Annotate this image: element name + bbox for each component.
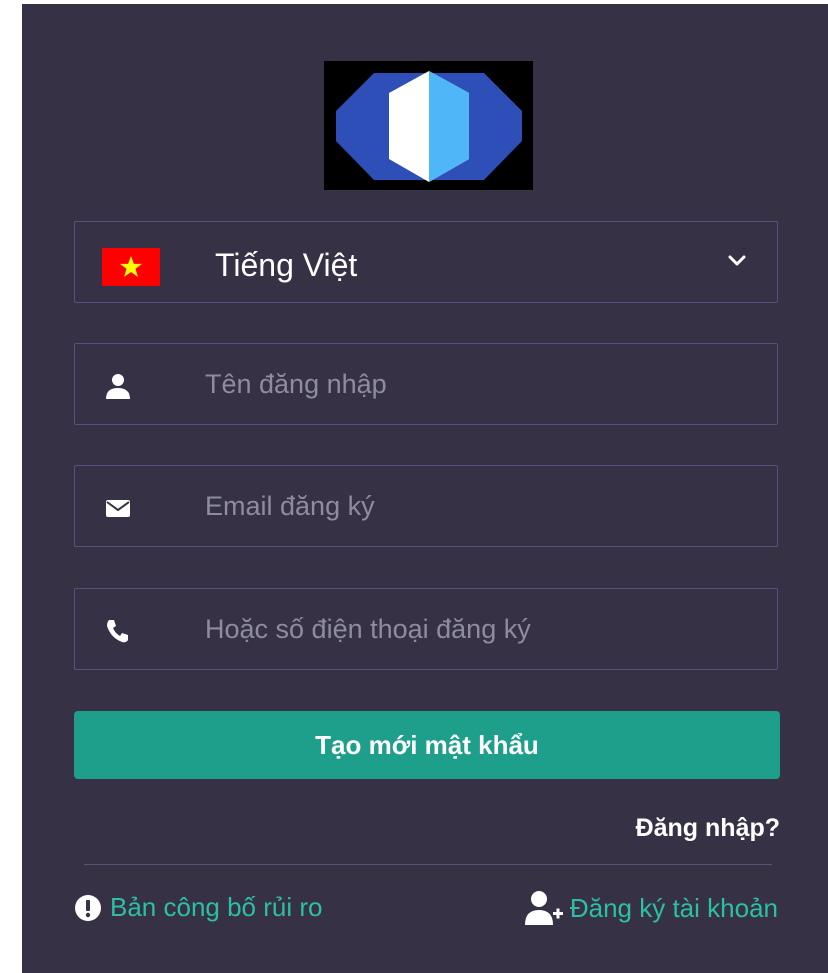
create-new-password-button[interactable]: Tạo mới mật khẩu — [74, 711, 780, 779]
phone-icon — [107, 620, 128, 643]
brand-logo — [324, 61, 533, 190]
user-icon — [106, 374, 130, 399]
exclamation-circle-icon — [75, 894, 101, 921]
vietnam-flag-icon — [102, 248, 160, 286]
reset-password-panel: Tiếng Việt Tạo mới mật khẩu Đăng nhập? — [22, 4, 828, 973]
phone-input[interactable] — [205, 607, 745, 651]
username-field-container — [74, 343, 778, 425]
register-account-label: Đăng ký tài khoản — [569, 892, 778, 923]
risk-disclosure-label: Bản công bố rủi ro — [110, 892, 323, 922]
register-account-link[interactable]: Đăng ký tài khoản — [524, 890, 778, 926]
login-link[interactable]: Đăng nhập? — [636, 814, 780, 843]
language-selector[interactable]: Tiếng Việt — [74, 221, 778, 303]
envelope-icon — [106, 500, 130, 517]
risk-disclosure-link[interactable]: Bản công bố rủi ro — [74, 892, 322, 923]
language-label: Tiếng Việt — [215, 247, 358, 283]
email-input[interactable] — [205, 484, 745, 528]
email-field-container — [74, 465, 778, 547]
phone-field-container — [74, 588, 778, 670]
user-plus-icon — [524, 891, 563, 925]
username-input[interactable] — [205, 362, 745, 406]
chevron-down-icon — [728, 255, 746, 266]
divider — [84, 864, 772, 865]
